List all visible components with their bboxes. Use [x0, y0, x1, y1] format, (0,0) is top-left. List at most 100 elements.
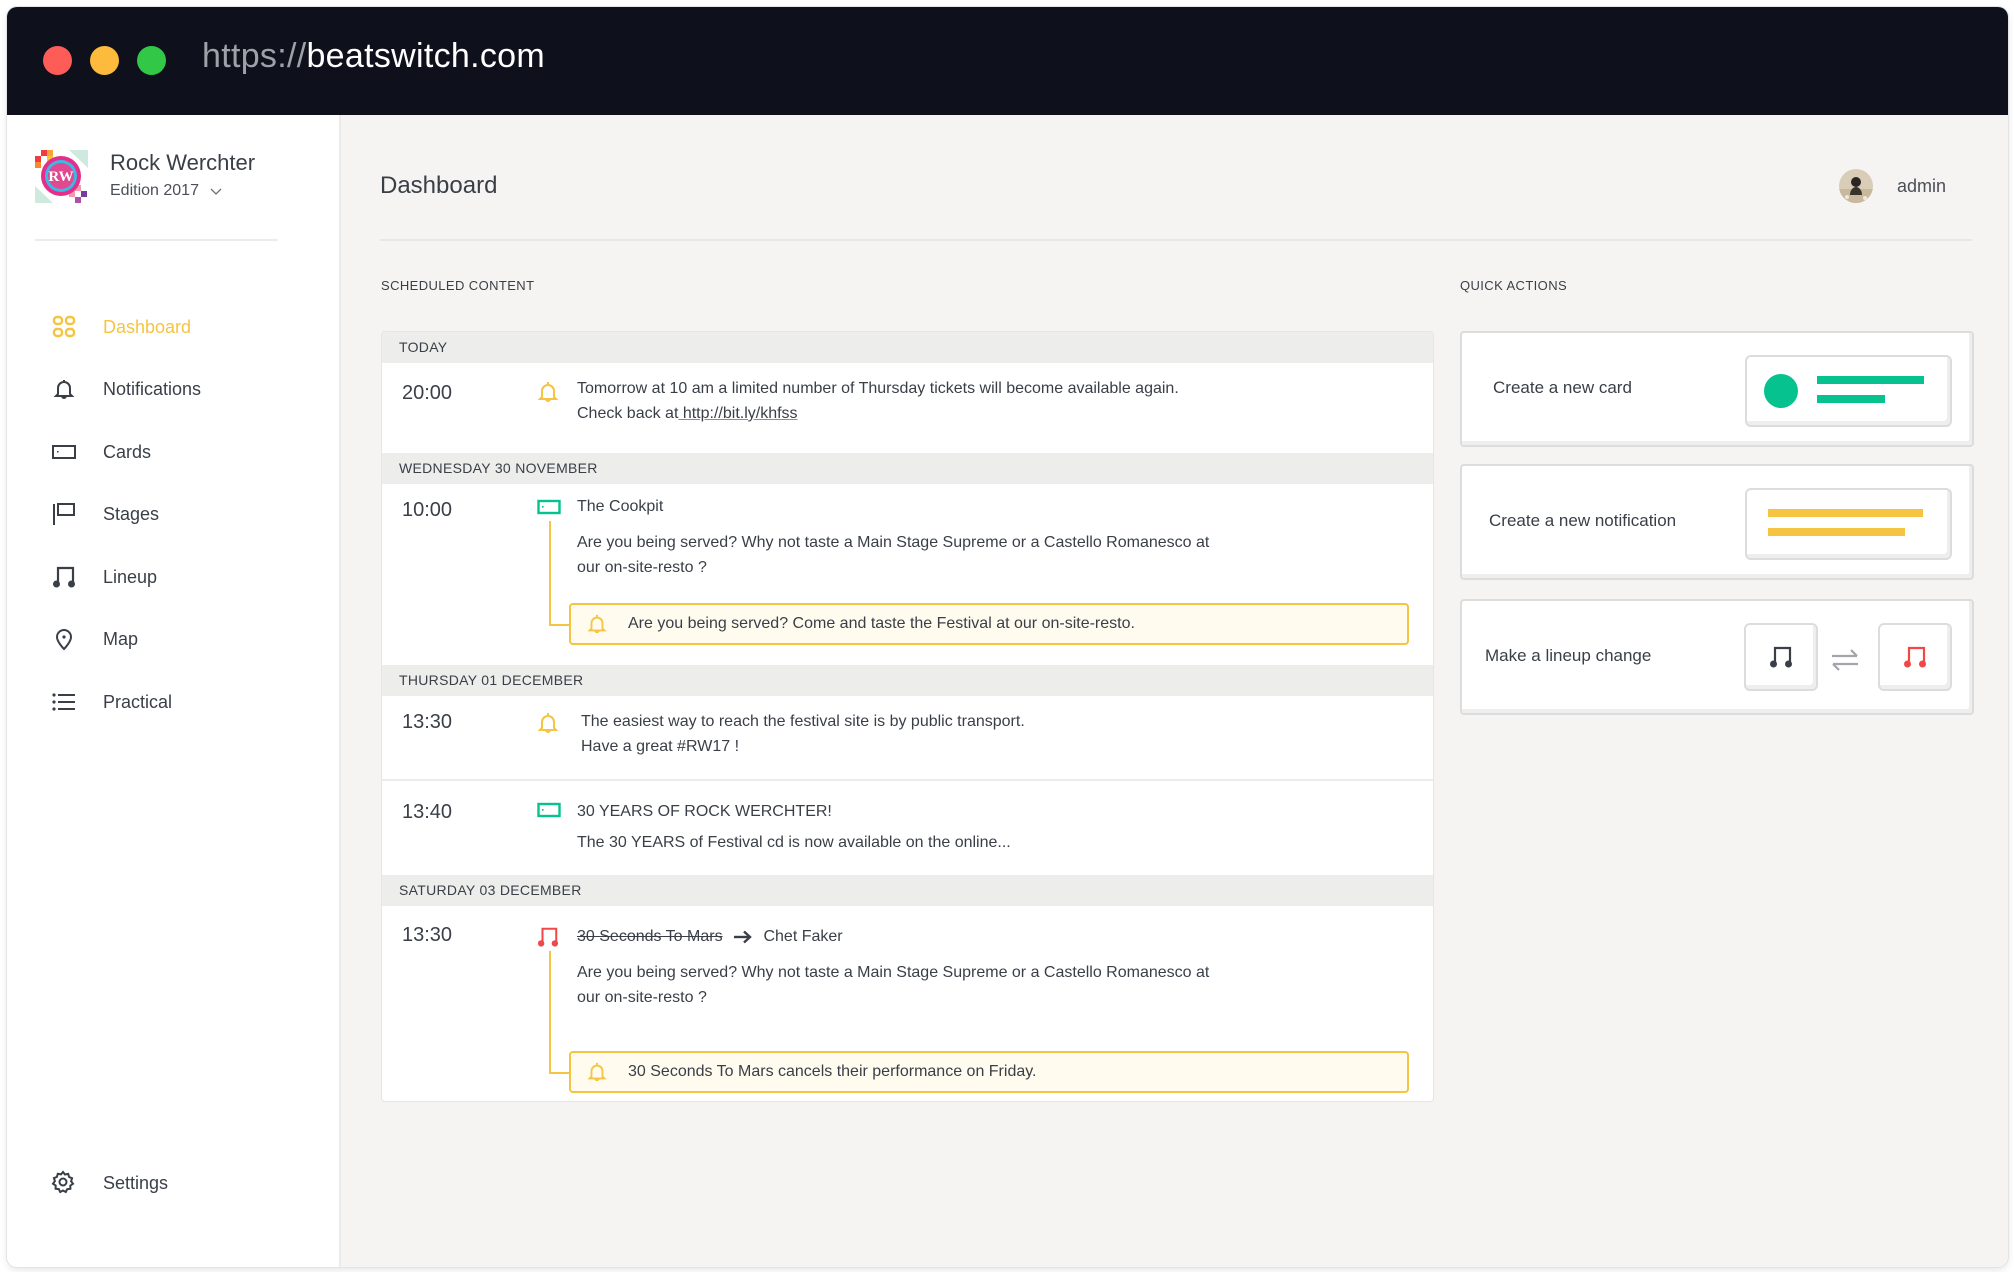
sidebar: RW Rock Werchter Edition 2017 Dashboard: [7, 115, 341, 1267]
address-bar[interactable]: https://beatswitch.com: [202, 37, 545, 76]
flag-icon: [51, 501, 77, 527]
schedule-time: 10:00: [402, 499, 453, 521]
create-notification-button[interactable]: Create a new notification: [1460, 464, 1974, 580]
music-note-red-icon: [1878, 623, 1952, 691]
create-card-button[interactable]: Create a new card: [1460, 331, 1974, 447]
url-scheme: https://: [202, 37, 307, 75]
chevron-down-icon: [210, 188, 222, 195]
quick-action-label: Create a new card: [1493, 378, 1632, 397]
sidebar-item-practical[interactable]: Practical: [7, 677, 339, 727]
sidebar-item-dashboard[interactable]: Dashboard: [7, 302, 339, 352]
schedule-title: The Cookpit: [577, 498, 664, 515]
bell-icon: [587, 614, 607, 634]
music-note-icon: [537, 926, 563, 952]
settings-label: Settings: [103, 1172, 169, 1193]
sidebar-item-cards[interactable]: Cards: [7, 427, 339, 477]
svg-text:RW: RW: [48, 169, 73, 185]
music-note-icon: [51, 564, 77, 590]
bell-icon: [537, 380, 563, 406]
schedule-text: The easiest way to reach the festival si…: [581, 713, 1025, 730]
schedule-item[interactable]: 20:00 Tomorrow at 10 am a limited number…: [382, 363, 1433, 453]
linked-notification-text: 30 Seconds To Mars cancels their perform…: [628, 1063, 1037, 1080]
gear-icon: [51, 1170, 77, 1196]
browser-window: https://beatswitch.com RW Rock Werchter …: [7, 7, 2008, 1267]
quick-actions-heading: QUICK ACTIONS: [1460, 278, 1568, 293]
sidebar-item-map[interactable]: Map: [7, 614, 339, 664]
day-header: TODAY: [382, 332, 1433, 363]
music-note-icon: [1744, 623, 1818, 691]
schedule-title: 30 YEARS OF ROCK WERCHTER!: [577, 803, 832, 820]
schedule-text: Are you being served? Why not taste a Ma…: [577, 534, 1210, 551]
sidebar-item-label: Lineup: [103, 566, 158, 587]
bell-icon: [587, 1062, 607, 1082]
day-header: SATURDAY 03 DECEMBER: [382, 875, 1433, 906]
lineup-change: 30 Seconds To Mars Chet Faker: [577, 928, 843, 946]
linked-notification[interactable]: Are you being served? Come and taste the…: [569, 603, 1409, 645]
list-icon: [51, 689, 77, 715]
sidebar-item-label: Stages: [103, 503, 160, 524]
day-header: WEDNESDAY 30 NOVEMBER: [382, 453, 1433, 484]
day-header: THURSDAY 01 DECEMBER: [382, 665, 1433, 696]
page-title: Dashboard: [380, 172, 498, 199]
map-pin-icon: [51, 626, 77, 652]
schedule-text: The 30 YEARS of Festival cd is now avail…: [577, 834, 1011, 851]
schedule-text: our on-site-resto ?: [577, 559, 707, 576]
schedule-item[interactable]: 13:30 30 Seconds To Mars Chet Faker Are …: [382, 906, 1433, 1101]
schedule-text: our on-site-resto ?: [577, 989, 707, 1006]
schedule-item[interactable]: 10:00 The Cookpit Are you being served? …: [382, 484, 1433, 665]
minimize-window-button[interactable]: [90, 46, 119, 75]
new-artist: Chet Faker: [763, 928, 843, 945]
sidebar-item-stages[interactable]: Stages: [7, 489, 339, 539]
user-menu[interactable]: admin: [1838, 169, 1946, 203]
schedule-item[interactable]: 13:40 30 YEARS OF ROCK WERCHTER! The 30 …: [382, 779, 1433, 875]
card-icon: [51, 439, 77, 465]
bell-icon: [51, 376, 77, 402]
sidebar-item-label: Practical: [103, 691, 173, 712]
schedule-text: Tomorrow at 10 am a limited number of Th…: [577, 380, 1179, 397]
sidebar-item-label: Cards: [103, 441, 152, 462]
sidebar-item-settings[interactable]: Settings: [7, 1158, 339, 1208]
schedule-time: 20:00: [402, 382, 453, 404]
scheduled-content-heading: SCHEDULED CONTENT: [381, 278, 535, 293]
sidebar-item-label: Map: [103, 628, 139, 649]
removed-artist: 30 Seconds To Mars: [577, 928, 723, 945]
username: admin: [1896, 175, 1946, 196]
festival-logo: RW: [33, 148, 90, 205]
main-content: Dashboard admin SCHEDULED CONTENT QUICK …: [341, 115, 2008, 1267]
schedule-text: Are you being served? Why not taste a Ma…: [577, 964, 1210, 981]
edition-dropdown[interactable]: Edition 2017: [110, 182, 255, 200]
festival-switcher[interactable]: RW Rock Werchter Edition 2017: [33, 148, 255, 205]
schedule-time: 13:30: [402, 924, 453, 946]
edition-label: Edition 2017: [110, 182, 199, 199]
schedule-link[interactable]: http://bit.ly/khfss: [678, 405, 798, 422]
arrow-right-icon: [734, 930, 752, 944]
grid-icon: [51, 314, 77, 340]
sidebar-item-notifications[interactable]: Notifications: [7, 364, 339, 414]
lineup-change-button[interactable]: Make a lineup change: [1460, 599, 1974, 715]
schedule-time: 13:30: [402, 711, 453, 733]
avatar: [1838, 169, 1873, 203]
schedule-time: 13:40: [402, 801, 453, 823]
schedule-item[interactable]: 13:30 The easiest way to reach the festi…: [382, 696, 1433, 779]
sidebar-divider: [35, 239, 278, 241]
festival-name: Rock Werchter: [110, 150, 256, 175]
close-window-button[interactable]: [43, 46, 72, 75]
browser-titlebar: https://beatswitch.com: [7, 7, 2008, 115]
header-divider: [380, 239, 1972, 241]
scheduled-content-list: TODAY 20:00 Tomorrow at 10 am a limited …: [381, 331, 1434, 1102]
quick-action-label: Create a new notification: [1489, 511, 1677, 530]
bell-icon: [537, 711, 563, 737]
schedule-text: Check back at http://bit.ly/khfss: [577, 405, 798, 422]
notification-preview-icon: [1745, 488, 1952, 560]
swap-arrows-icon: [1832, 649, 1858, 671]
url-host: beatswitch.com: [306, 37, 545, 75]
sidebar-item-lineup[interactable]: Lineup: [7, 552, 339, 602]
quick-action-label: Make a lineup change: [1485, 646, 1652, 665]
sidebar-item-label: Notifications: [103, 378, 202, 399]
sidebar-item-label: Dashboard: [103, 316, 192, 337]
card-icon: [537, 802, 563, 828]
schedule-text: Have a great #RW17 !: [581, 738, 740, 755]
linked-notification[interactable]: 30 Seconds To Mars cancels their perform…: [569, 1051, 1409, 1093]
card-preview-icon: [1745, 355, 1952, 427]
maximize-window-button[interactable]: [137, 46, 166, 75]
